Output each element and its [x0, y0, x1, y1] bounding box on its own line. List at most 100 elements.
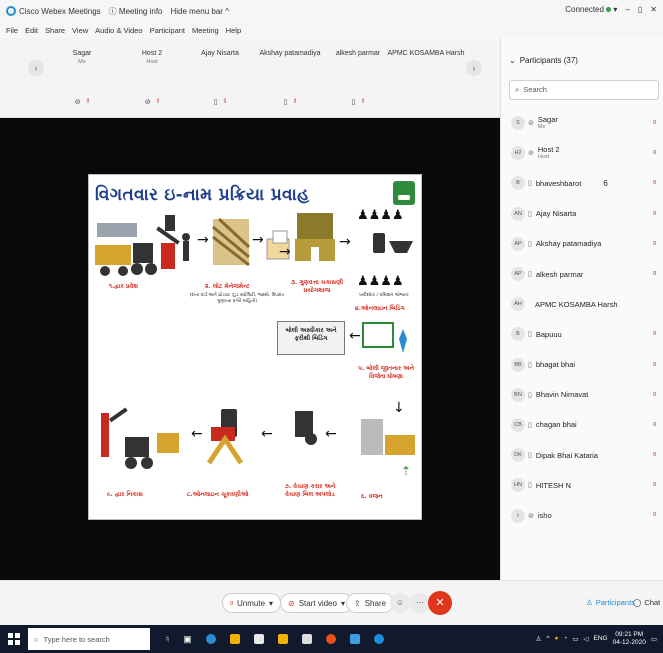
gate-barrier-illustration: [156, 215, 190, 269]
list-item[interactable]: B ▯ bhaveshbarot 6 ᵍ: [501, 168, 663, 198]
svg-text:♟♟♟♟: ♟♟♟♟: [357, 207, 404, 222]
list-item[interactable]: I ⊘ isho ᵍ: [501, 500, 663, 530]
notification-icon[interactable]: ▭: [651, 635, 657, 643]
menu-share[interactable]: Share: [45, 26, 65, 35]
folder-icon[interactable]: [277, 634, 288, 644]
chrome-icon[interactable]: [325, 634, 336, 644]
mic-muted-icon[interactable]: ᵍ: [653, 480, 656, 489]
list-item[interactable]: DK ▯ Dipak Bhai Kataria ᵍ: [501, 440, 663, 470]
file-explorer-icon[interactable]: [229, 634, 240, 644]
step-quality-lab: ૩. ગુણવત્તા ચકાસણી પ્રયોગશાળા: [290, 279, 344, 294]
enam-logo-icon: [393, 181, 415, 205]
menu-help[interactable]: Help: [226, 26, 241, 35]
connection-status[interactable]: Connected ▾: [565, 5, 617, 14]
video-icon: ⊘: [528, 512, 534, 520]
clock[interactable]: 09:21 PM 04-12-2020: [613, 631, 646, 647]
participant-list: S ⊘ Sagar Me ᵍ H2 ⊘ Host 2 Host ᵍ B ▯ bhav…: [501, 108, 663, 531]
menu-participant[interactable]: Participant: [150, 26, 185, 35]
edge-icon[interactable]: [205, 634, 216, 644]
mic-muted-icon[interactable]: ᵍ: [653, 209, 656, 218]
mic-muted-icon[interactable]: ᵍ: [653, 178, 656, 187]
mic-muted-icon[interactable]: ᵍ: [653, 329, 656, 338]
scroll-right-button[interactable]: ›: [466, 60, 482, 76]
start-video-button[interactable]: ⊘ Start video ▾: [280, 593, 353, 613]
step-gate-exit: ૯. દ્વાર નિકાસ: [107, 491, 143, 498]
participants-tab[interactable]: ♙ Participants: [586, 598, 635, 607]
menu-view[interactable]: View: [72, 26, 88, 35]
list-item[interactable]: BB ▯ bhagat bhai ᵍ: [501, 350, 663, 380]
mic-muted-icon[interactable]: ᵍ: [653, 239, 656, 248]
menu-meeting[interactable]: Meeting: [192, 26, 219, 35]
more-options-button[interactable]: ⋯: [410, 593, 430, 613]
person-icon[interactable]: ♙: [536, 635, 542, 643]
thumbnail-sagar[interactable]: Sagar Me ⊘ ᵍ: [42, 42, 122, 112]
bid-reject-box: બોલી અસ્વીકાર અને ફરીથી બિડિંગ: [277, 321, 345, 355]
flow-arrow: →: [252, 232, 264, 248]
video-thumbnail-strip: ‹ Sagar Me ⊘ ᵍ Host 2 Host ⊘ ᵍ Ajay Nisart…: [0, 38, 500, 118]
participant-search-input[interactable]: ⌕ Search: [509, 80, 659, 100]
taskbar-apps: ♮ ▣: [166, 634, 384, 645]
mic-muted-icon[interactable]: ᵍ: [653, 360, 656, 369]
step-weighing: ૬. વજન: [361, 493, 383, 500]
task-view-icon[interactable]: ▣: [183, 634, 192, 645]
list-item[interactable]: AP ▯ alkesh parmar ᵍ: [501, 259, 663, 289]
leave-meeting-button[interactable]: ✕: [428, 591, 452, 615]
webex-icon[interactable]: [373, 634, 384, 644]
mail-icon[interactable]: [301, 634, 312, 644]
mic-muted-icon[interactable]: ᵍ: [653, 510, 656, 519]
list-item[interactable]: H2 ⊘ Host 2 Host ᵍ: [501, 138, 663, 168]
chevron-up-icon[interactable]: ^: [546, 635, 549, 642]
camera-off-icon: ▯: [283, 99, 288, 106]
mic-muted-icon: ᵍ: [230, 598, 234, 608]
meeting-info-button[interactable]: ⓘ Meeting info: [109, 6, 163, 17]
mic-muted-icon[interactable]: ᵍ: [653, 390, 656, 399]
share-button[interactable]: ⇪ Share: [346, 593, 395, 613]
list-item[interactable]: AN ▯ Ajay Nisarta ᵍ: [501, 199, 663, 229]
list-item[interactable]: BN ▯ Bhavin Nimavat ᵍ: [501, 380, 663, 410]
language-indicator[interactable]: ENG: [594, 635, 608, 642]
mic-muted-icon[interactable]: ᵍ: [653, 450, 656, 459]
network-icon[interactable]: ●: [554, 635, 558, 642]
store-icon[interactable]: [253, 634, 264, 644]
mic-muted-icon[interactable]: ᵍ: [653, 420, 656, 429]
restore-button[interactable]: ▯: [638, 5, 642, 14]
menu-audio-video[interactable]: Audio & Video: [95, 26, 142, 35]
menu-edit[interactable]: Edit: [25, 26, 38, 35]
minimize-button[interactable]: –: [625, 5, 629, 14]
chat-icon: ◯: [633, 598, 642, 607]
list-item[interactable]: AP ▯ Akshay patamadiya ᵍ: [501, 229, 663, 259]
mic-muted-icon[interactable]: ᵍ: [653, 148, 656, 157]
chat-tab[interactable]: ◯ Chat: [633, 598, 660, 607]
windows-start-icon[interactable]: [8, 633, 20, 645]
thumbnail-ajay-nisarta[interactable]: Ajay Nisarta ▯ ᵍ: [180, 42, 260, 112]
more-icon: ⋯: [416, 598, 424, 607]
battery-icon[interactable]: ▭: [572, 635, 578, 643]
speaker-icon[interactable]: ◁: [584, 635, 589, 643]
webex-window: { "titlebar": { "app_name": "Cisco Webex…: [0, 0, 663, 653]
list-item[interactable]: B ▯ Bapuuu ᵍ: [501, 319, 663, 349]
mic-icon[interactable]: ♮: [166, 634, 169, 645]
hide-menu-bar-button[interactable]: Hide menu bar ^: [171, 7, 229, 16]
app-icon[interactable]: [349, 634, 360, 644]
menu-file[interactable]: File: [6, 26, 18, 35]
flow-arrow: →: [279, 244, 291, 260]
mic-muted-icon[interactable]: ᵍ: [653, 269, 656, 278]
reactions-button[interactable]: ☺: [390, 593, 410, 613]
avatar: AH: [511, 297, 525, 312]
list-item[interactable]: CB ▯ chagan bhai ᵍ: [501, 410, 663, 440]
online-payment-illustration: [207, 409, 244, 465]
list-item[interactable]: S ⊘ Sagar Me ᵍ: [501, 108, 663, 138]
wifi-icon[interactable]: ◔: [563, 635, 567, 642]
participants-panel: ⌄ Participants (37) ⌕ Search S ⊘ Sagar Me…: [500, 38, 663, 580]
list-item[interactable]: AH APMC KOSAMBA Harsh: [501, 289, 663, 319]
meeting-controls: ᵍ Unmute ▾ ⊘ Start video ▾ ⇪ Share ☺ ⋯ ✕…: [0, 580, 663, 625]
share-icon: ⇪: [354, 598, 361, 608]
participants-header[interactable]: ⌄ Participants (37): [509, 56, 578, 65]
close-button[interactable]: ✕: [650, 5, 657, 14]
thumbnail-apmc-kosamba[interactable]: APMC KOSAMBA Harsh: [386, 42, 466, 112]
list-item[interactable]: HN ▯ HITESH N ᵍ: [501, 470, 663, 500]
mic-muted-icon[interactable]: ᵍ: [653, 118, 656, 127]
flow-arrow: ←: [261, 426, 273, 442]
taskbar-search-input[interactable]: ○ Type here to search: [28, 628, 150, 650]
unmute-button[interactable]: ᵍ Unmute ▾: [222, 593, 282, 613]
